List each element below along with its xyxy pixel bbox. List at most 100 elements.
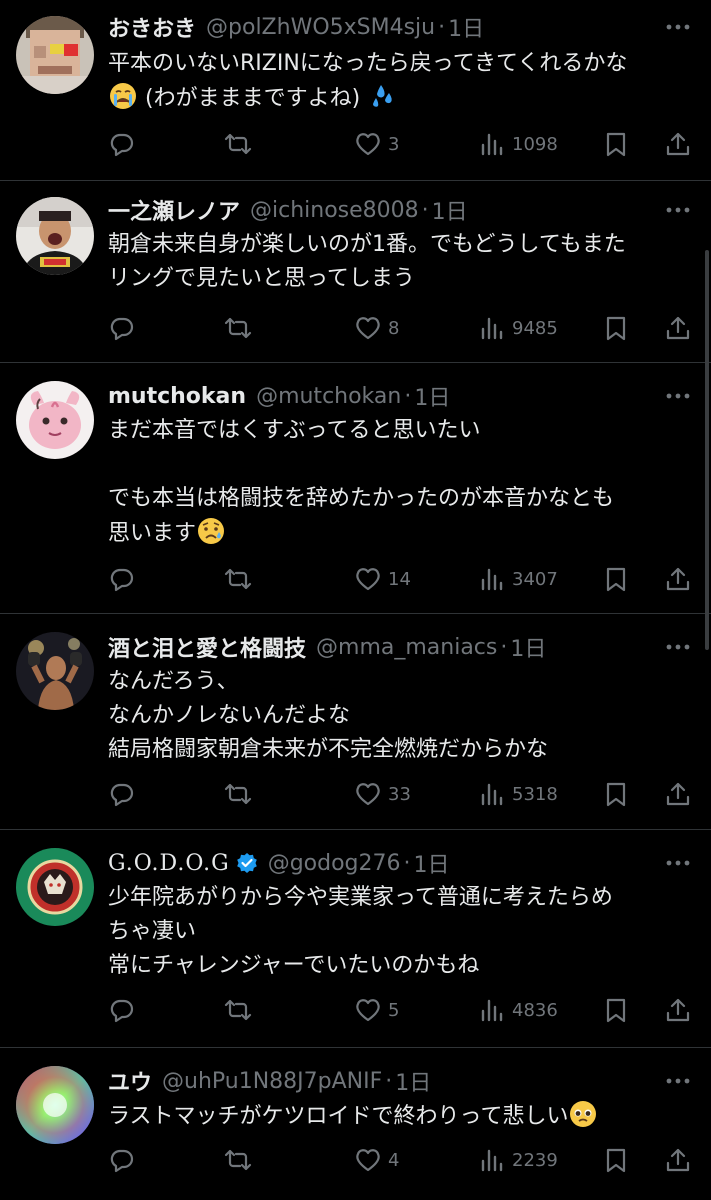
retweet-icon (224, 133, 252, 155)
user-handle[interactable]: @godog276 (268, 851, 401, 876)
avatar[interactable] (16, 381, 94, 459)
user-handle[interactable]: @mma_maniacs (316, 635, 497, 660)
views-icon (481, 133, 503, 156)
reply-button[interactable] (108, 559, 136, 599)
avatar[interactable] (16, 632, 94, 710)
view-count: 3407 (512, 568, 558, 590)
like-button[interactable]: 33 (354, 774, 411, 814)
bookmark-button[interactable] (602, 559, 630, 599)
bookmark-button[interactable] (602, 308, 630, 348)
display-name[interactable]: 一之瀬レノア (108, 194, 240, 226)
verified-badge-icon (236, 852, 258, 874)
retweet-button[interactable] (224, 990, 252, 1030)
tweet[interactable]: 酒と泪と愛と格闘技 @mma_maniacs · 1日 なんだろう、 なんかノレ… (0, 614, 711, 830)
reply-button[interactable] (108, 308, 136, 348)
share-icon (666, 567, 690, 591)
heart-icon (356, 783, 380, 806)
display-name[interactable]: 酒と泪と愛と格闘技 (108, 631, 306, 663)
timestamp[interactable]: 1日 (510, 631, 546, 663)
avatar[interactable] (16, 16, 94, 94)
timestamp[interactable]: 1日 (414, 847, 450, 879)
retweet-button[interactable] (224, 559, 252, 599)
separator: · (403, 850, 411, 876)
share-button[interactable] (664, 774, 692, 814)
views-button[interactable]: 4836 (478, 990, 558, 1030)
like-button[interactable]: 8 (354, 308, 399, 348)
tweet-text: 少年院あがりから今や実業家って普通に考えたらめ ちゃ凄い 常にチャレンジャーでい… (108, 885, 613, 978)
reply-button[interactable] (108, 1140, 136, 1180)
tweet-header: mutchokan @mutchokan · 1日 (108, 379, 651, 413)
views-button[interactable]: 3407 (478, 559, 558, 599)
like-button[interactable]: 4 (354, 1140, 399, 1180)
user-handle[interactable]: @uhPu1N88J7pANIF (162, 1069, 382, 1094)
retweet-button[interactable] (224, 124, 252, 164)
bookmark-button[interactable] (602, 774, 630, 814)
views-button[interactable]: 2239 (478, 1140, 558, 1180)
display-name[interactable]: おきおき (108, 11, 196, 43)
views-icon (481, 783, 503, 806)
views-button[interactable]: 1098 (478, 124, 558, 164)
views-button[interactable]: 5318 (478, 774, 558, 814)
timestamp[interactable]: 1日 (448, 11, 484, 43)
retweet-button[interactable] (224, 774, 252, 814)
avatar[interactable] (16, 1066, 94, 1144)
tweet-actions: 33 5318 (108, 774, 695, 814)
view-count: 2239 (512, 1149, 558, 1171)
reply-button[interactable] (108, 124, 136, 164)
user-handle[interactable]: @polZhWO5xSM4sju (206, 15, 435, 40)
timestamp[interactable]: 1日 (395, 1065, 431, 1097)
bookmark-button[interactable] (602, 990, 630, 1030)
view-count: 4836 (512, 999, 558, 1021)
like-button[interactable]: 5 (354, 990, 399, 1030)
tweet[interactable]: ユウ @uhPu1N88J7pANIF · 1日 ラストマッチがケツロイドで終わ… (0, 1048, 711, 1200)
pixelated-face-icon (16, 16, 94, 94)
views-icon (481, 317, 503, 340)
share-button[interactable] (664, 308, 692, 348)
timestamp[interactable]: 1日 (414, 380, 450, 412)
like-button[interactable]: 3 (354, 124, 399, 164)
share-button[interactable] (664, 1140, 692, 1180)
display-name[interactable]: G.O.D.O.G (108, 851, 230, 876)
avatar[interactable] (16, 848, 94, 926)
more-icon[interactable] (663, 381, 693, 411)
display-name[interactable]: mutchokan (108, 384, 246, 409)
share-button[interactable] (664, 559, 692, 599)
tweet[interactable]: G.O.D.O.G @godog276 · 1日 少年院あがりから今や実業家って… (0, 830, 711, 1048)
retweet-button[interactable] (224, 308, 252, 348)
share-button[interactable] (664, 990, 692, 1030)
views-icon (481, 568, 503, 591)
views-icon (481, 999, 503, 1022)
reply-button[interactable] (108, 774, 136, 814)
tweet[interactable]: mutchokan @mutchokan · 1日 まだ本音ではくすぶってると思… (0, 363, 711, 614)
user-handle[interactable]: @ichinose8008 (250, 198, 419, 223)
more-icon[interactable] (663, 632, 693, 662)
more-icon[interactable] (663, 848, 693, 878)
reply-button[interactable] (108, 990, 136, 1030)
tweet-header: おきおき @polZhWO5xSM4sju · 1日 (108, 10, 651, 44)
retweet-icon (224, 999, 252, 1021)
timestamp[interactable]: 1日 (432, 194, 468, 226)
share-icon (666, 316, 690, 340)
like-button[interactable]: 14 (354, 559, 411, 599)
bookmark-icon (606, 998, 626, 1023)
bookmark-button[interactable] (602, 124, 630, 164)
separator: · (404, 383, 412, 409)
scrollbar[interactable] (705, 250, 709, 650)
display-name[interactable]: ユウ (108, 1065, 152, 1097)
tweet-actions: 8 9485 (108, 308, 695, 348)
more-icon[interactable] (663, 1066, 693, 1096)
views-button[interactable]: 9485 (478, 308, 558, 348)
more-icon[interactable] (663, 195, 693, 225)
more-icon[interactable] (663, 12, 693, 42)
tweet[interactable]: おきおき @polZhWO5xSM4sju · 1日 平本のいないRIZINにな… (0, 0, 711, 181)
user-handle[interactable]: @mutchokan (256, 384, 401, 409)
share-button[interactable] (664, 124, 692, 164)
crying-face-icon (108, 81, 138, 111)
reply-icon (110, 317, 134, 341)
tweet[interactable]: 一之瀬レノア @ichinose8008 · 1日 朝倉未来自身が楽しいのが1番… (0, 181, 711, 363)
bookmark-button[interactable] (602, 1140, 630, 1180)
tweet-text-line: (わがまままですよね) (145, 86, 361, 111)
views-icon (481, 1149, 503, 1172)
retweet-button[interactable] (224, 1140, 252, 1180)
avatar[interactable] (16, 197, 94, 275)
